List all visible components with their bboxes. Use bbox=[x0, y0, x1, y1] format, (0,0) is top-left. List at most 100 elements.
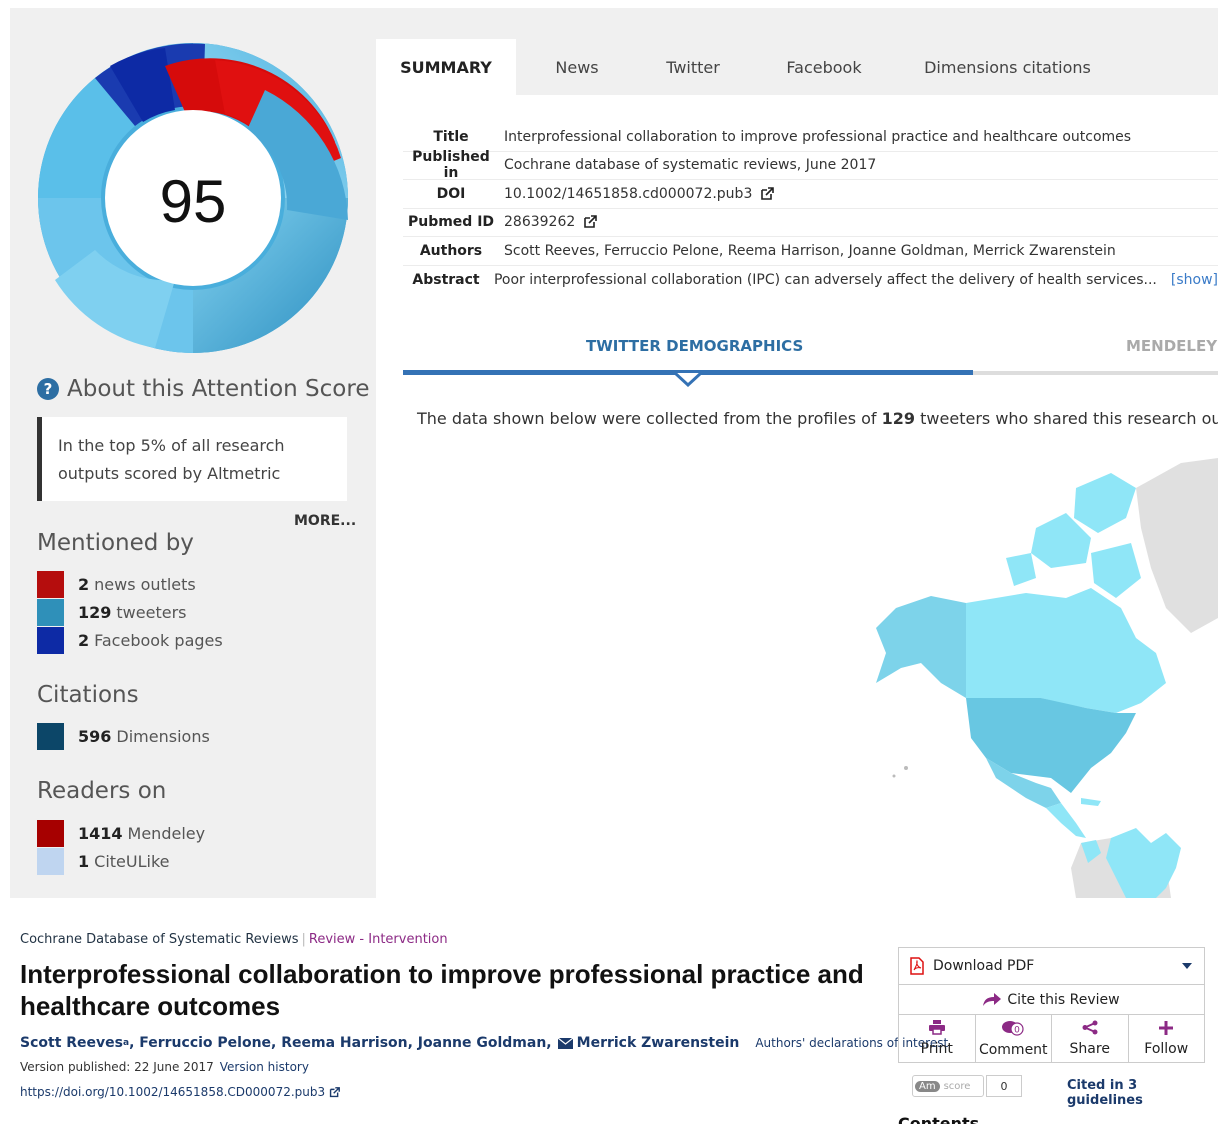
reader-swatch bbox=[37, 819, 64, 847]
altmetric-donut: 95 bbox=[38, 43, 348, 353]
published-value: Cochrane database of systematic reviews,… bbox=[504, 157, 877, 174]
demographics-tabs: TWITTER DEMOGRAPHICS MENDELEY bbox=[403, 333, 1218, 387]
article-actions: Download PDF Cite this Review Print 0 Comm… bbox=[898, 947, 1205, 1108]
share-label: Share bbox=[1069, 1041, 1110, 1057]
demographics-description: The data shown below were collected from… bbox=[417, 409, 1218, 428]
mentioned-label: tweeters bbox=[116, 602, 187, 622]
cited-guidelines-link[interactable]: Cited in 3 guidelines bbox=[1067, 1078, 1205, 1108]
title-row: Title Interprofessional collaboration to… bbox=[403, 123, 1218, 152]
authors-row: Authors Scott Reeves, Ferruccio Pelone, … bbox=[403, 237, 1218, 266]
citation-swatch bbox=[37, 722, 64, 750]
altmetric-badge[interactable]: Am score bbox=[912, 1075, 984, 1097]
journal-line: Cochrane Database of Systematic Reviews |… bbox=[20, 932, 448, 947]
mentioned-item[interactable]: 129 tweeters bbox=[37, 598, 186, 626]
reader-label: Mendeley bbox=[127, 823, 206, 843]
more-link[interactable]: MORE... bbox=[294, 513, 356, 529]
version-line: Version published: 22 June 2017 Version h… bbox=[20, 1060, 309, 1074]
share-arrow-icon bbox=[983, 992, 1002, 1006]
mentioned-label: Facebook pages bbox=[94, 631, 223, 651]
readers-title: Readers on bbox=[37, 778, 167, 804]
external-link-icon[interactable] bbox=[760, 186, 775, 201]
citations-title: Citations bbox=[37, 682, 139, 708]
mentioned-item[interactable]: 2 Facebook pages bbox=[37, 627, 223, 655]
reader-swatch bbox=[37, 847, 64, 875]
tab-twitter[interactable]: Twitter bbox=[638, 39, 748, 95]
altmetric-tabs: SUMMARY News Twitter Facebook Dimensions cit… bbox=[376, 39, 1127, 95]
altmetric-sidebar: 95 ? About this Attention Score In the t… bbox=[10, 8, 376, 898]
mentioned-count: 2 bbox=[78, 631, 90, 651]
share-icon bbox=[1082, 1020, 1098, 1039]
author-link[interactable]: Scott Reeves bbox=[20, 1035, 123, 1051]
journal-name[interactable]: Cochrane Database of Systematic Reviews bbox=[20, 932, 299, 947]
mentioned-count: 2 bbox=[78, 574, 90, 594]
share-button[interactable]: Share bbox=[1052, 1015, 1129, 1062]
pubmed-row: Pubmed ID 28639262 bbox=[403, 209, 1218, 237]
mentioned-count: 129 bbox=[78, 602, 112, 622]
altmetric-count: 0 bbox=[986, 1075, 1022, 1097]
tab-twitter-demographics[interactable]: TWITTER DEMOGRAPHICS bbox=[586, 337, 803, 355]
reader-item[interactable]: 1414 Mendeley bbox=[37, 819, 205, 847]
chevron-down-icon[interactable] bbox=[1182, 963, 1192, 969]
citation-item[interactable]: 596 Dimensions bbox=[37, 722, 210, 750]
comment-icon: 0 bbox=[1002, 1020, 1024, 1040]
pdf-icon bbox=[910, 957, 924, 975]
tweeter-count: 129 bbox=[881, 409, 916, 428]
follow-button[interactable]: Follow bbox=[1129, 1015, 1205, 1062]
article-title: Interprofessional collaboration to impro… bbox=[20, 959, 864, 1021]
tab-mendeley[interactable]: MENDELEY bbox=[1126, 337, 1217, 355]
follow-label: Follow bbox=[1144, 1040, 1189, 1057]
doi-url-text[interactable]: https://doi.org/10.1002/14651858.CD00007… bbox=[20, 1085, 325, 1099]
tab-summary[interactable]: SUMMARY bbox=[376, 39, 516, 95]
tab-news[interactable]: News bbox=[528, 39, 626, 95]
mentioned-swatch bbox=[37, 627, 64, 655]
help-icon: ? bbox=[37, 378, 59, 400]
review-type[interactable]: Review - Intervention bbox=[309, 932, 448, 947]
citation-count: 596 bbox=[78, 726, 112, 746]
reader-label: CiteULike bbox=[94, 851, 170, 871]
active-tab-arrow bbox=[673, 373, 703, 387]
external-link-icon[interactable] bbox=[583, 215, 598, 229]
contact-author-link[interactable]: Merrick Zwarenstein bbox=[577, 1035, 740, 1051]
author-list-rest[interactable]: , Ferruccio Pelone, Reema Harrison, Joan… bbox=[129, 1035, 552, 1051]
pubmed-link[interactable]: 28639262 bbox=[504, 214, 575, 230]
abstract-row: Abstract Poor interprofessional collabor… bbox=[412, 271, 1218, 288]
tab-facebook[interactable]: Facebook bbox=[760, 39, 888, 95]
authors-value: Scott Reeves, Ferruccio Pelone, Reema Ha… bbox=[504, 242, 1116, 259]
doi-row: DOI 10.1002/14651858.cd000072.pub3 bbox=[403, 180, 1218, 209]
envelope-icon bbox=[557, 1037, 573, 1049]
contents-heading: Contents bbox=[898, 1114, 980, 1124]
print-label: Print bbox=[920, 1041, 953, 1057]
altmetric-main: SUMMARY News Twitter Facebook Dimensions cit… bbox=[376, 8, 1218, 898]
version-history-link[interactable]: Version history bbox=[220, 1060, 309, 1074]
altmetric-row: Am score 0 Cited in 3 guidelines bbox=[898, 1073, 1205, 1108]
reader-item[interactable]: 1 CiteULike bbox=[37, 847, 169, 875]
doi-link[interactable]: 10.1002/14651858.cd000072.pub3 bbox=[504, 186, 752, 202]
published-row: Published in Cochrane database of system… bbox=[403, 149, 1218, 181]
reader-count: 1414 bbox=[78, 823, 123, 843]
about-title: About this Attention Score bbox=[67, 376, 370, 402]
author-list: Scott Reeves a , Ferruccio Pelone, Reema … bbox=[20, 1035, 949, 1051]
mentioned-item[interactable]: 2 news outlets bbox=[37, 570, 196, 598]
about-attention-score[interactable]: ? About this Attention Score bbox=[37, 376, 369, 402]
abstract-show-link[interactable]: [show] bbox=[1171, 272, 1218, 288]
doi-url[interactable]: https://doi.org/10.1002/14651858.CD00007… bbox=[20, 1085, 341, 1099]
download-pdf-button[interactable]: Download PDF bbox=[898, 947, 1205, 985]
external-link-icon bbox=[329, 1086, 341, 1097]
altmetric-panel: 95 ? About this Attention Score In the t… bbox=[10, 8, 1218, 898]
svg-text:0: 0 bbox=[1014, 1025, 1020, 1035]
action-buttons: Print 0 Comment Share Follow bbox=[898, 1015, 1205, 1063]
mentioned-swatch bbox=[37, 598, 64, 626]
comment-button[interactable]: 0 Comment bbox=[976, 1015, 1052, 1062]
tab-dimensions-citations[interactable]: Dimensions citations bbox=[900, 39, 1115, 95]
mentioned-swatch bbox=[37, 570, 64, 598]
twitter-demographics-map bbox=[876, 458, 1218, 898]
mentioned-label: news outlets bbox=[94, 574, 196, 594]
abstract-value: Poor interprofessional collaboration (IP… bbox=[493, 271, 1157, 288]
top-percentile-box: In the top 5% of all research outputs sc… bbox=[37, 417, 347, 501]
summary-table: Title Interprofessional collaboration to… bbox=[403, 123, 1218, 294]
cite-review-button[interactable]: Cite this Review bbox=[898, 985, 1205, 1015]
comment-label: Comment bbox=[978, 1041, 1048, 1058]
print-button[interactable]: Print bbox=[899, 1015, 976, 1062]
title-value: Interprofessional collaboration to impro… bbox=[504, 128, 1132, 145]
plus-icon bbox=[1159, 1020, 1174, 1039]
